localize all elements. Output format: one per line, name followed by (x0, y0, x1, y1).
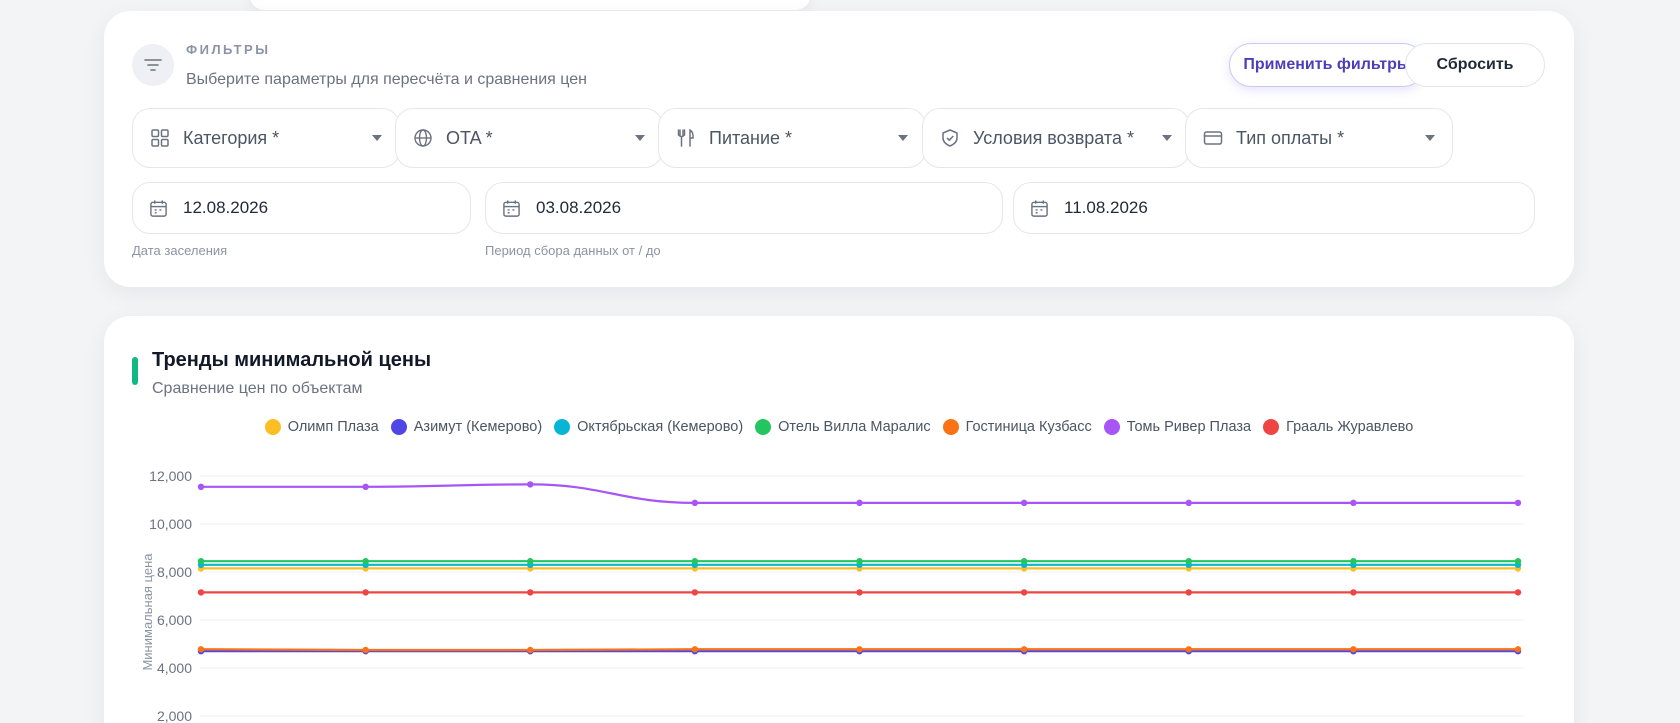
data-point[interactable] (1185, 646, 1192, 653)
data-point[interactable] (1350, 646, 1357, 653)
y-tick-label: 2,000 (157, 708, 192, 723)
data-point[interactable] (197, 483, 205, 490)
apply-filters-button[interactable]: Применить фильтры (1229, 43, 1425, 87)
refund-select[interactable]: Условия возврата * (922, 108, 1190, 168)
refund-select-label: Условия возврата * (973, 127, 1134, 148)
data-point[interactable] (1350, 499, 1357, 507)
chevron-down-icon (634, 132, 646, 144)
period-from-value: 03.08.2026 (536, 198, 622, 217)
credit-card-icon (1202, 127, 1224, 149)
data-point[interactable] (1020, 558, 1028, 565)
data-point[interactable] (1185, 499, 1192, 507)
filters-title: ФИЛЬТРЫ (186, 42, 271, 57)
payment-type-select[interactable]: Тип оплаты * (1185, 108, 1453, 168)
checkin-date-label: Дата заселения (132, 243, 228, 258)
data-point[interactable] (197, 558, 205, 565)
checkin-date-value: 12.08.2026 (183, 198, 269, 217)
calendar-icon (147, 197, 169, 219)
data-point[interactable] (856, 558, 863, 565)
filters-card: ФИЛЬТРЫ Выберите параметры для пересчёта… (104, 11, 1574, 287)
globe-icon (412, 127, 434, 149)
data-point[interactable] (1020, 499, 1028, 507)
period-to-value: 11.08.2026 (1064, 198, 1148, 217)
shield-check-icon (939, 127, 961, 149)
data-point[interactable] (362, 589, 369, 596)
y-axis-label: Минимальная цена (140, 553, 155, 671)
data-point[interactable] (1020, 589, 1028, 596)
y-tick-label: 12,000 (149, 468, 192, 484)
data-point[interactable] (856, 589, 863, 596)
meal-select-label: Питание * (709, 127, 793, 148)
data-point[interactable] (1350, 558, 1357, 565)
data-point[interactable] (1514, 589, 1522, 596)
period-label: Период сбора данных от / до (485, 243, 661, 258)
y-tick-label: 8,000 (157, 564, 192, 580)
data-point[interactable] (362, 558, 369, 565)
reset-button[interactable]: Сбросить (1405, 43, 1545, 87)
filters-subtitle: Выберите параметры для пересчёта и сравн… (186, 71, 587, 88)
chevron-down-icon (1424, 132, 1436, 144)
data-point[interactable] (1514, 646, 1522, 653)
category-select-label: Категория * (183, 127, 280, 148)
chart-card: Тренды минимальной цены Сравнение цен по… (104, 316, 1574, 723)
y-tick-label: 10,000 (149, 516, 192, 532)
ota-select[interactable]: OTA * (395, 108, 663, 168)
data-point[interactable] (691, 558, 699, 565)
chevron-down-icon (371, 132, 383, 144)
y-tick-label: 4,000 (157, 660, 192, 676)
calendar-icon (500, 197, 522, 219)
data-point[interactable] (197, 646, 205, 653)
calendar-icon (1028, 197, 1050, 219)
category-select[interactable]: Категория * (132, 108, 400, 168)
data-point[interactable] (1350, 589, 1357, 596)
data-point[interactable] (362, 483, 369, 490)
data-point[interactable] (1514, 499, 1522, 507)
filter-icon (132, 44, 174, 86)
data-point[interactable] (691, 499, 699, 507)
data-point[interactable] (1185, 589, 1192, 596)
previous-card-edge (250, 0, 810, 10)
chevron-down-icon (1161, 132, 1173, 144)
data-point[interactable] (527, 558, 534, 565)
data-point[interactable] (1185, 558, 1192, 565)
data-point[interactable] (362, 646, 369, 654)
ota-select-label: OTA * (446, 127, 493, 148)
data-point[interactable] (856, 499, 863, 507)
period-to-input[interactable]: 11.08.2026 (1013, 182, 1535, 234)
data-point[interactable] (1514, 558, 1522, 565)
payment-type-select-label: Тип оплаты * (1236, 127, 1345, 148)
data-point[interactable] (527, 646, 534, 654)
data-point[interactable] (197, 589, 205, 596)
data-point[interactable] (691, 646, 699, 653)
data-point[interactable] (1020, 646, 1028, 653)
checkin-date-input[interactable]: 12.08.2026 (132, 182, 471, 234)
chevron-down-icon (897, 132, 909, 144)
period-from-input[interactable]: 03.08.2026 (485, 182, 1003, 234)
meal-select[interactable]: Питание * (658, 108, 926, 168)
fork-knife-icon (675, 127, 697, 149)
price-trend-chart: 12,000 10,000 8,000 6,000 4,000 2,000 Минималь… (140, 468, 1524, 723)
grid-icon (149, 127, 171, 149)
data-point[interactable] (691, 589, 699, 596)
data-point[interactable] (527, 589, 534, 596)
y-tick-label: 6,000 (157, 612, 192, 628)
data-point[interactable] (527, 481, 534, 488)
data-point[interactable] (856, 646, 863, 653)
